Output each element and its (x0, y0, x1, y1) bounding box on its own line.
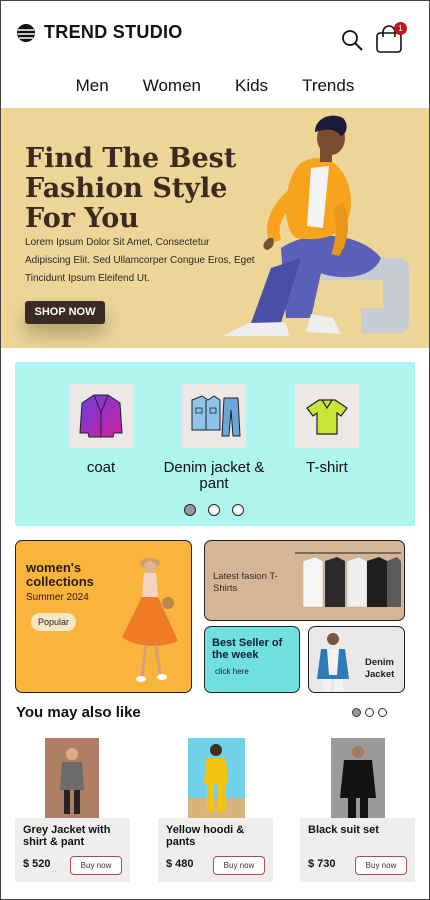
product-price: $ 520 (23, 858, 51, 870)
product-price: $ 480 (166, 858, 194, 870)
buy-now-button[interactable]: Buy now (70, 856, 122, 875)
product-name: Grey Jacket with shirt & pant (23, 824, 111, 848)
product-name: Yellow hoodi & pants (166, 824, 245, 848)
category-label: T-shirt (306, 459, 348, 476)
denim-jacket-card[interactable]: Denim Jacket (308, 626, 405, 693)
category-tile (182, 384, 246, 448)
womens-collection-card[interactable]: women's collections Summer 2024 Popular (15, 540, 192, 693)
promo-title: women's collections (26, 560, 94, 589)
product-name: Black suit set (308, 824, 379, 836)
product-info: Black suit set $ 730 Buy now (300, 818, 415, 882)
click-here-link[interactable]: click here (215, 667, 249, 676)
category-denim[interactable]: Denim jacket & pant (149, 384, 279, 492)
section-title: You may also like (16, 704, 141, 721)
product-info: Grey Jacket with shirt & pant $ 520 Buy … (15, 818, 130, 882)
denim-icon (191, 395, 241, 437)
category-tile (295, 384, 359, 448)
carousel-dot-3[interactable] (232, 504, 244, 516)
coat-icon (79, 394, 123, 438)
search-icon[interactable] (340, 28, 364, 52)
denim-man-photo (317, 633, 349, 691)
shop-now-button[interactable]: SHOP NOW (25, 301, 105, 324)
recommend-dot-3[interactable] (378, 708, 387, 717)
buy-now-button[interactable]: Buy now (355, 856, 407, 875)
nav-men[interactable]: Men (76, 76, 109, 96)
category-label: Denim jacket & pant (163, 459, 265, 492)
carousel-dot-2[interactable] (208, 504, 220, 516)
woman-model-photo (122, 558, 178, 682)
promo-subtitle: Summer 2024 (26, 592, 89, 603)
category-label: coat (86, 459, 116, 476)
hero-banner: Find The Best Fashion Style For You Lore… (1, 108, 429, 348)
grey-jacket-photo (45, 738, 99, 818)
black-suit-photo (331, 738, 385, 818)
carousel-dots (184, 504, 244, 516)
product-photo (45, 738, 99, 818)
yellow-hoodie-photo (188, 738, 245, 818)
category-carousel: coat Denim jacket & pant T-shirt (15, 362, 415, 526)
latest-tshirts-card[interactable]: Latest fasion T-Shirts (204, 540, 405, 621)
promo-title: Latest fasion T-Shirts (213, 571, 278, 594)
product-info: Yellow hoodi & pants $ 480 Buy now (158, 818, 273, 882)
product-price: $ 730 (308, 858, 336, 870)
recommend-dot-2[interactable] (365, 708, 374, 717)
nav-women[interactable]: Women (143, 76, 201, 96)
promo-title: Denim Jacket (364, 657, 395, 680)
brand-name: TREND STUDIO (44, 22, 183, 42)
buy-now-button[interactable]: Buy now (213, 856, 265, 875)
category-coat[interactable]: coat (36, 384, 166, 476)
brand-logo[interactable]: TREND STUDIO (16, 22, 183, 43)
main-nav: Men Women Kids Trends (0, 76, 430, 96)
cart-count-badge: 1 (394, 22, 407, 35)
category-tile (69, 384, 133, 448)
tshirt-icon (306, 399, 348, 435)
tshirt-rack-photo (295, 552, 401, 608)
popular-badge: Popular (31, 613, 77, 631)
promo-title: Best Seller of the week (212, 637, 283, 661)
carousel-dot-1[interactable] (184, 504, 196, 516)
recommend-dots (352, 708, 387, 717)
recommend-dot-1[interactable] (352, 708, 361, 717)
globe-icon (17, 23, 35, 42)
product-photo (331, 738, 385, 818)
nav-kids[interactable]: Kids (235, 76, 268, 96)
product-photo (188, 738, 245, 818)
nav-trends[interactable]: Trends (302, 76, 354, 96)
category-tshirt[interactable]: T-shirt (262, 384, 392, 476)
best-seller-card[interactable]: Best Seller of the week click here (204, 626, 300, 693)
seated-man-illustration (223, 115, 409, 336)
